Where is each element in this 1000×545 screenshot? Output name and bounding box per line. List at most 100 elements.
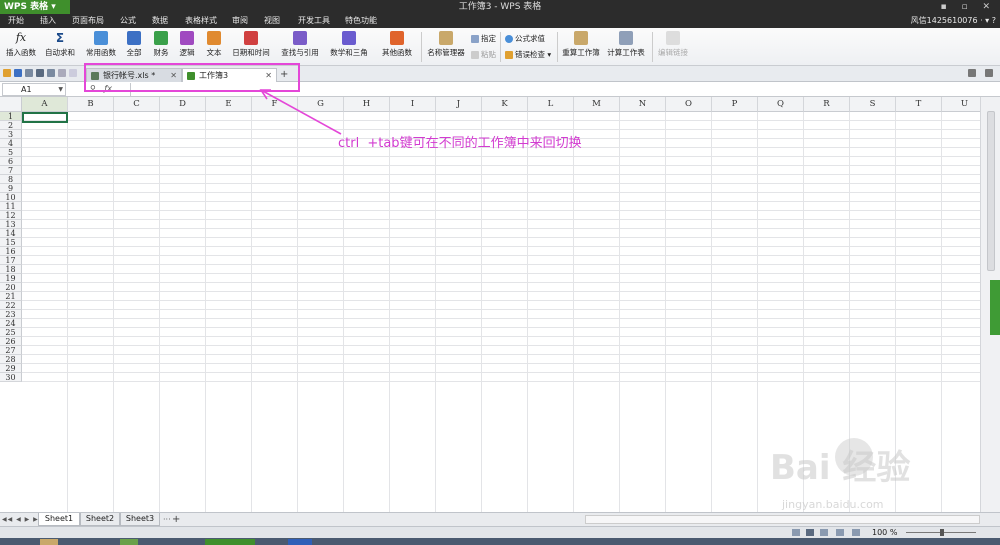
column-header[interactable]: B xyxy=(68,97,114,112)
side-panel-handle[interactable] xyxy=(990,280,1000,335)
edit-link-button[interactable]: 编辑链接 xyxy=(655,28,691,66)
name-manager-button[interactable]: 名称管理器 xyxy=(425,28,467,66)
page-layout-icon[interactable] xyxy=(806,529,814,536)
other-functions-button[interactable]: 其他函数 xyxy=(376,28,418,66)
sheet-tab-3[interactable]: Sheet3 xyxy=(120,513,160,526)
insert-function-button[interactable]: fx 插入函数 xyxy=(4,28,38,66)
scrollbar-thumb[interactable] xyxy=(987,111,995,271)
name-box[interactable]: A1 ▼ xyxy=(2,83,66,96)
print-icon[interactable] xyxy=(36,69,44,77)
close-workbook-icon[interactable] xyxy=(985,69,993,77)
lookup-button[interactable]: 查找与引用 xyxy=(278,28,322,66)
text-function-button[interactable]: 文本 xyxy=(202,28,226,66)
row-header[interactable]: 24 xyxy=(0,319,22,328)
column-header[interactable]: T xyxy=(896,97,942,112)
more-sheets-button[interactable]: ··· xyxy=(163,513,171,526)
row-header[interactable]: 20 xyxy=(0,283,22,292)
row-header[interactable]: 1 xyxy=(0,112,22,121)
row-header[interactable]: 17 xyxy=(0,256,22,265)
row-header[interactable]: 18 xyxy=(0,265,22,274)
normal-view-icon[interactable] xyxy=(792,529,800,536)
taskbar-folder-icon[interactable] xyxy=(40,539,58,545)
column-header[interactable]: N xyxy=(620,97,666,112)
taskbar-browser-icon[interactable] xyxy=(120,539,138,545)
row-header[interactable]: 23 xyxy=(0,310,22,319)
column-header[interactable]: H xyxy=(344,97,390,112)
row-header[interactable]: 8 xyxy=(0,175,22,184)
row-header[interactable]: 4 xyxy=(0,139,22,148)
common-functions-button[interactable]: 常用函数 xyxy=(82,28,120,66)
sheet-tab-2[interactable]: Sheet2 xyxy=(80,513,120,526)
row-header[interactable]: 10 xyxy=(0,193,22,202)
taskbar-app-icon[interactable] xyxy=(288,539,312,545)
menu-table-style[interactable]: 表格样式 xyxy=(185,14,217,28)
column-header[interactable]: J xyxy=(436,97,482,112)
autosum-button[interactable]: Σ 自动求和 xyxy=(40,28,80,66)
user-account[interactable]: 风信1425610076 · ▾ ? xyxy=(911,14,996,28)
zoom-slider-knob[interactable] xyxy=(940,529,944,536)
row-header[interactable]: 15 xyxy=(0,238,22,247)
menu-review[interactable]: 审阅 xyxy=(232,14,248,28)
column-header[interactable]: D xyxy=(160,97,206,112)
save-as-icon[interactable] xyxy=(25,69,33,77)
row-header[interactable]: 25 xyxy=(0,328,22,337)
finance-button[interactable]: 财务 xyxy=(149,28,173,66)
math-button[interactable]: 数学和三角 xyxy=(327,28,371,66)
column-header[interactable]: L xyxy=(528,97,574,112)
horizontal-scrollbar[interactable] xyxy=(585,515,980,524)
logic-button[interactable]: 逻辑 xyxy=(175,28,199,66)
column-header[interactable]: R xyxy=(804,97,850,112)
chevron-down-icon[interactable]: ▼ xyxy=(58,84,63,95)
zoom-level[interactable]: 100 % xyxy=(872,527,897,538)
row-header[interactable]: 29 xyxy=(0,364,22,373)
row-header[interactable]: 19 xyxy=(0,274,22,283)
column-header[interactable]: Q xyxy=(758,97,804,112)
all-functions-button[interactable]: 全部 xyxy=(123,28,145,66)
row-header[interactable]: 28 xyxy=(0,355,22,364)
page-break-icon[interactable] xyxy=(820,529,828,536)
undo-icon[interactable] xyxy=(58,69,66,77)
row-header[interactable]: 14 xyxy=(0,229,22,238)
column-header[interactable]: C xyxy=(114,97,160,112)
error-check-button[interactable]: 错误检查 ▾ xyxy=(505,49,551,60)
row-header[interactable]: 13 xyxy=(0,220,22,229)
column-header[interactable]: K xyxy=(482,97,528,112)
assign-button[interactable]: 指定 xyxy=(471,33,496,44)
window-controls[interactable]: ▪ ▫ ✕ xyxy=(941,0,996,14)
row-header[interactable]: 7 xyxy=(0,166,22,175)
menu-data[interactable]: 数据 xyxy=(152,14,168,28)
reading-mode-icon[interactable] xyxy=(836,529,844,536)
row-header[interactable]: 30 xyxy=(0,373,22,382)
menu-view[interactable]: 视图 xyxy=(264,14,280,28)
column-header[interactable]: O xyxy=(666,97,712,112)
print-preview-icon[interactable] xyxy=(47,69,55,77)
row-header[interactable]: 27 xyxy=(0,346,22,355)
row-header[interactable]: 11 xyxy=(0,202,22,211)
restore-icon[interactable] xyxy=(968,69,976,77)
row-header[interactable]: 16 xyxy=(0,247,22,256)
menu-developer[interactable]: 开发工具 xyxy=(298,14,330,28)
taskbar-wps-icon[interactable] xyxy=(205,539,255,545)
column-header[interactable]: U xyxy=(942,97,980,112)
eye-protection-icon[interactable] xyxy=(852,529,860,536)
column-header[interactable]: E xyxy=(206,97,252,112)
column-header[interactable]: M xyxy=(574,97,620,112)
add-sheet-button[interactable]: + xyxy=(172,513,180,526)
menu-page-layout[interactable]: 页面布局 xyxy=(72,14,104,28)
row-header[interactable]: 2 xyxy=(0,121,22,130)
column-header[interactable]: S xyxy=(850,97,896,112)
calc-sheet-button[interactable]: 计算工作表 xyxy=(604,28,648,66)
redo-icon[interactable] xyxy=(69,69,77,77)
row-header[interactable]: 12 xyxy=(0,211,22,220)
paste-name-button[interactable]: 粘贴 xyxy=(471,49,496,60)
menu-home[interactable]: 开始 xyxy=(8,14,24,28)
save-icon[interactable] xyxy=(14,69,22,77)
menu-insert[interactable]: 插入 xyxy=(40,14,56,28)
select-all-corner[interactable] xyxy=(0,97,22,112)
menu-special[interactable]: 特色功能 xyxy=(345,14,377,28)
active-cell-a1[interactable] xyxy=(22,112,68,123)
recalc-workbook-button[interactable]: 重算工作簿 xyxy=(560,28,602,66)
row-header[interactable]: 3 xyxy=(0,130,22,139)
column-header[interactable]: A xyxy=(22,97,68,112)
row-header[interactable]: 5 xyxy=(0,148,22,157)
